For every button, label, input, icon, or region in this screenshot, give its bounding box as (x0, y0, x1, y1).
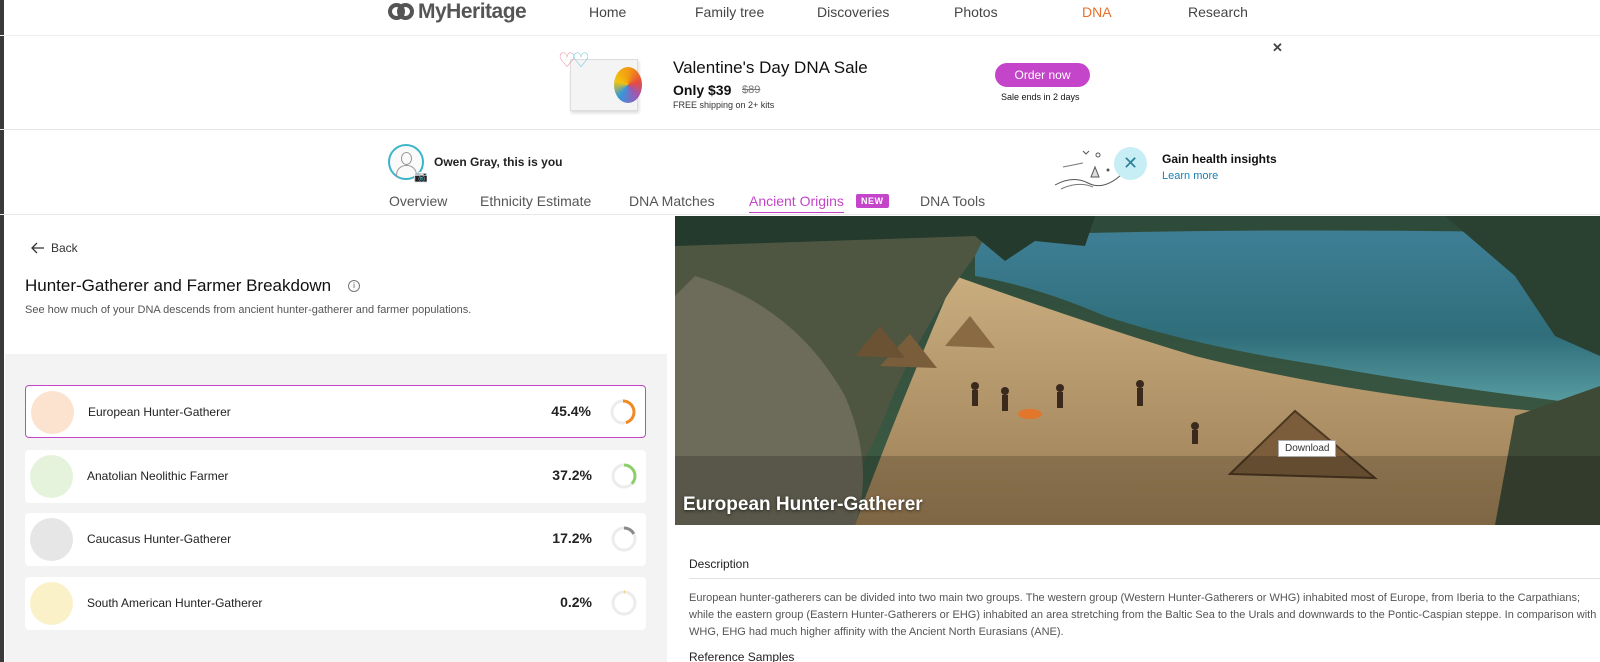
population-percent: 0.2% (560, 594, 592, 610)
nav-item-dna[interactable]: DNA (1082, 4, 1112, 20)
population-percent: 45.4% (551, 403, 591, 419)
population-thumbnail (30, 518, 73, 561)
breakdown-item[interactable]: South American Hunter-Gatherer 0.2% (25, 577, 646, 630)
promo-banner: ♡ ♡ Valentine's Day DNA Sale Only $39 $8… (0, 37, 1600, 130)
population-thumbnail (30, 455, 73, 498)
camera-icon[interactable]: 📷 (414, 172, 428, 183)
info-icon[interactable]: i (348, 280, 360, 292)
hero-title: European Hunter-Gatherer (683, 494, 923, 515)
population-thumbnail (30, 582, 73, 625)
description-label: Description (689, 557, 750, 571)
nav-item-research[interactable]: Research (1188, 4, 1248, 20)
percent-ring (611, 590, 637, 616)
tab-ancient-origins[interactable]: Ancient Origins (749, 193, 844, 213)
heart-icon: ♡ (572, 50, 590, 72)
percent-ring (611, 526, 637, 552)
learn-more-link[interactable]: Learn more (1162, 170, 1218, 182)
nav-item-family-tree[interactable]: Family tree (695, 4, 764, 20)
promo-shipping: FREE shipping on 2+ kits (673, 100, 775, 110)
back-button[interactable]: Back (31, 241, 78, 255)
reference-samples-label: Reference Samples (689, 650, 795, 662)
breakdown-item[interactable]: European Hunter-Gatherer 45.4% (25, 385, 646, 438)
description-text: European hunter-gatherers can be divided… (689, 592, 1597, 638)
promo-old-price: $89 (742, 84, 761, 96)
percent-ring (610, 399, 636, 425)
myheritage-logo-icon (388, 2, 414, 22)
profile-name: Owen Gray, this is you (434, 155, 563, 169)
download-button[interactable]: Download (1278, 440, 1337, 457)
back-label: Back (51, 241, 78, 255)
health-insights-title: Gain health insights (1162, 152, 1277, 166)
population-percent: 17.2% (552, 530, 592, 546)
population-name: European Hunter-Gatherer (88, 405, 231, 419)
description-divider (689, 578, 1600, 579)
sale-ends-text: Sale ends in 2 days (1001, 92, 1080, 102)
dna-helix-icon: ✕ (1114, 147, 1147, 180)
page-title: Hunter-Gatherer and Farmer Breakdown (25, 276, 332, 295)
tab-ethnicity-estimate[interactable]: Ethnicity Estimate (480, 193, 591, 209)
myheritage-logo[interactable]: MyHeritage (388, 0, 527, 24)
tabs-divider (0, 214, 1600, 215)
population-name: South American Hunter-Gatherer (87, 596, 263, 610)
population-percent: 37.2% (552, 467, 592, 483)
top-navigation: MyHeritage Home Family tree Discoveries … (0, 0, 1600, 36)
close-icon[interactable]: ✕ (1272, 40, 1283, 56)
tab-dna-matches[interactable]: DNA Matches (629, 193, 715, 209)
nav-item-photos[interactable]: Photos (954, 4, 998, 20)
promo-title: Valentine's Day DNA Sale (673, 58, 868, 77)
promo-price: Only $39 (673, 82, 732, 98)
tab-dna-tools[interactable]: DNA Tools (920, 193, 985, 209)
hero-image (675, 216, 1600, 525)
breakdown-item[interactable]: Anatolian Neolithic Farmer 37.2% (25, 450, 646, 503)
brand-name: MyHeritage (418, 0, 527, 23)
nav-item-home[interactable]: Home (589, 4, 626, 20)
dna-kit-image: ♡ ♡ (558, 49, 644, 115)
tab-overview[interactable]: Overview (389, 193, 447, 209)
population-name: Caucasus Hunter-Gatherer (87, 532, 232, 546)
percent-ring (611, 463, 637, 489)
health-illustration (1054, 150, 1122, 190)
order-now-button[interactable]: Order now (995, 63, 1090, 87)
arrow-left-icon (31, 242, 44, 254)
nav-item-discoveries[interactable]: Discoveries (817, 4, 889, 20)
new-badge: NEW (856, 194, 889, 208)
page-subtitle: See how much of your DNA descends from a… (25, 304, 472, 316)
breakdown-item[interactable]: Caucasus Hunter-Gatherer 17.2% (25, 513, 646, 566)
population-name: Anatolian Neolithic Farmer (87, 469, 229, 483)
population-thumbnail (31, 391, 74, 434)
